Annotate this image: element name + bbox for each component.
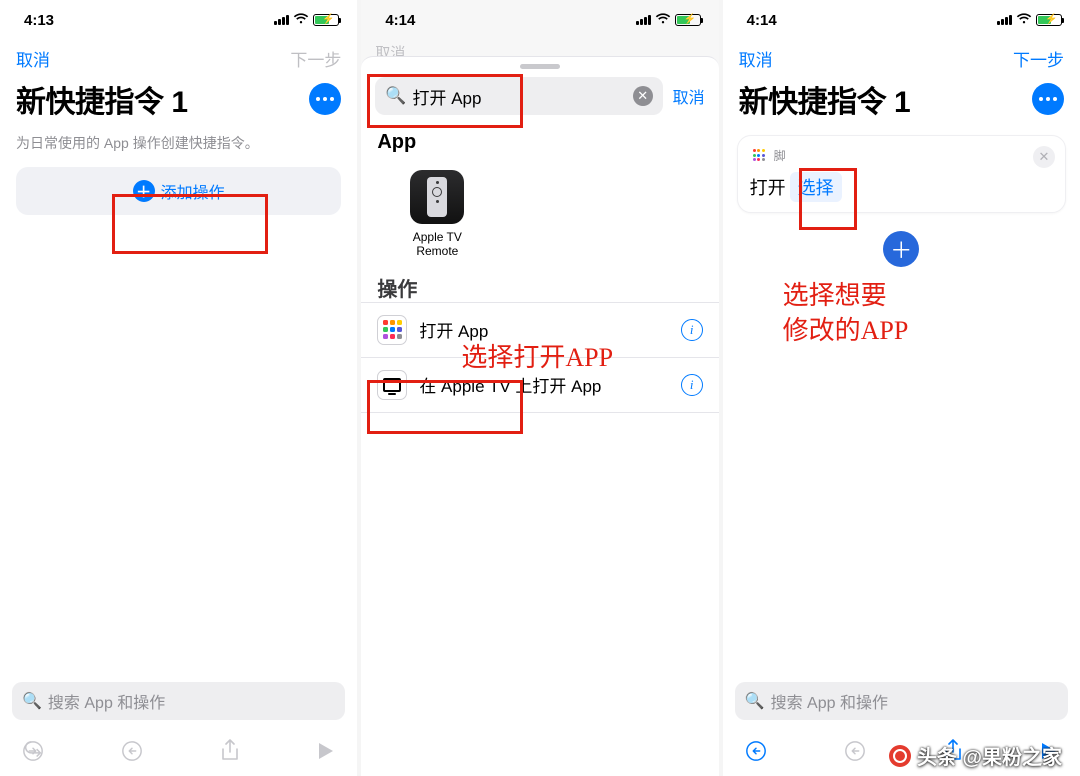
shortcuts-grid-icon	[377, 315, 407, 345]
redo-button[interactable]	[121, 740, 143, 762]
battery-icon: ⚡	[1036, 14, 1062, 26]
pane-search-actions: 4:14 ⚡ 取消 🔍 打开 App ✕ 取消 App Apple TV Rem…	[361, 0, 718, 776]
battery-icon: ⚡	[313, 14, 339, 26]
search-icon: 🔍	[22, 691, 42, 711]
status-indicators: ⚡	[636, 13, 701, 28]
status-bar: 4:13 ⚡	[0, 0, 357, 40]
watermark-text: 头条 @果粉之家	[917, 741, 1062, 770]
search-value: 打开 App	[413, 84, 482, 109]
open-app-action-card[interactable]: 脚 ✕ 打开 选择	[737, 135, 1066, 213]
remove-action-button[interactable]: ✕	[1033, 146, 1055, 168]
page-title: 新快捷指令 1	[16, 77, 188, 121]
cancel-button[interactable]: 取消	[739, 46, 773, 71]
section-app-label: App	[361, 123, 718, 156]
search-input[interactable]: 🔍 搜索 App 和操作	[12, 682, 345, 720]
undo-button[interactable]	[745, 740, 767, 762]
more-menu-button[interactable]	[309, 83, 341, 115]
cellular-signal-icon	[997, 15, 1012, 25]
watermark: 头条 @果粉之家	[889, 741, 1062, 770]
nav-bar: 取消 下一步	[0, 40, 357, 73]
status-bar: 4:14 ⚡	[723, 0, 1080, 40]
action-open-on-tv-label: 在 Apple TV 上打开 App	[419, 372, 601, 397]
open-label: 打开	[750, 174, 786, 200]
app-token[interactable]: 选择	[790, 172, 842, 202]
app-label: Apple TV Remote	[393, 230, 481, 259]
search-icon: 🔍	[385, 86, 406, 106]
toutiao-logo-icon	[889, 745, 911, 767]
search-input[interactable]: 🔍 打开 App ✕	[375, 77, 662, 115]
annotation-text: 选择打开APP	[461, 340, 613, 375]
next-button[interactable]: 下一步	[290, 46, 341, 71]
apple-tv-remote-app[interactable]: Apple TV Remote	[361, 156, 481, 269]
nav-bar: 取消 下一步	[723, 40, 1080, 73]
next-button[interactable]: 下一步	[1013, 46, 1064, 71]
play-button[interactable]	[317, 741, 335, 761]
apple-tv-remote-icon	[410, 170, 464, 224]
info-button[interactable]: i	[681, 319, 703, 341]
redo-button[interactable]	[844, 740, 866, 762]
search-icon: 🔍	[745, 691, 765, 711]
more-menu-button[interactable]	[1032, 83, 1064, 115]
wifi-icon	[655, 13, 671, 28]
action-card-header: 脚	[750, 146, 1053, 164]
add-action-button[interactable]: ＋ 添加操作	[16, 167, 341, 215]
add-action-plus-button[interactable]: ＋	[883, 231, 919, 267]
battery-icon: ⚡	[675, 14, 701, 26]
search-cancel-button[interactable]: 取消	[673, 84, 705, 108]
search-placeholder: 搜索 App 和操作	[48, 689, 165, 713]
search-placeholder: 搜索 App 和操作	[771, 689, 888, 713]
wifi-icon	[1016, 13, 1032, 28]
info-button[interactable]: i	[681, 374, 703, 396]
plus-circle-icon: ＋	[133, 180, 155, 202]
title-row: 新快捷指令 1	[723, 73, 1080, 127]
status-time: 4:14	[747, 12, 777, 29]
action-open-app-label: 打开 App	[419, 317, 488, 342]
action-picker-sheet: 🔍 打开 App ✕ 取消 App Apple TV Remote 操作 打开 …	[361, 56, 718, 776]
shortcuts-grid-icon	[750, 146, 768, 164]
pane-new-shortcut: 4:13 ⚡ 取消 下一步 新快捷指令 1 为日常使用的 App 操作创建快捷指…	[0, 0, 357, 776]
search-row: 🔍 打开 App ✕ 取消	[361, 69, 718, 123]
bottom-toolbar	[0, 726, 357, 776]
status-indicators: ⚡	[997, 13, 1062, 28]
section-ops-label: 操作	[377, 273, 417, 302]
status-time: 4:13	[24, 12, 54, 29]
action-card-header-text: 脚	[774, 147, 786, 164]
search-input[interactable]: 🔍 搜索 App 和操作	[735, 682, 1068, 720]
pane-shortcut-editor: 4:14 ⚡ 取消 下一步 新快捷指令 1 脚 ✕ 打开 选择 ＋ 选择想要 修…	[723, 0, 1080, 776]
cancel-button[interactable]: 取消	[16, 46, 50, 71]
status-time: 4:14	[385, 12, 415, 29]
add-action-label: 添加操作	[161, 179, 225, 203]
title-row: 新快捷指令 1	[0, 73, 357, 127]
cellular-signal-icon	[274, 15, 289, 25]
status-indicators: ⚡	[274, 13, 339, 28]
subtitle: 为日常使用的 App 操作创建快捷指令。	[0, 127, 357, 167]
undo-button[interactable]	[22, 740, 44, 762]
cellular-signal-icon	[636, 15, 651, 25]
action-body: 打开 选择	[750, 164, 1053, 202]
share-button[interactable]	[220, 739, 240, 763]
status-bar: 4:14 ⚡	[361, 0, 718, 40]
apple-tv-icon	[377, 370, 407, 400]
clear-search-button[interactable]: ✕	[633, 86, 653, 106]
annotation-text: 选择想要 修改的APP	[783, 278, 909, 348]
page-title: 新快捷指令 1	[739, 77, 911, 121]
wifi-icon	[293, 13, 309, 28]
